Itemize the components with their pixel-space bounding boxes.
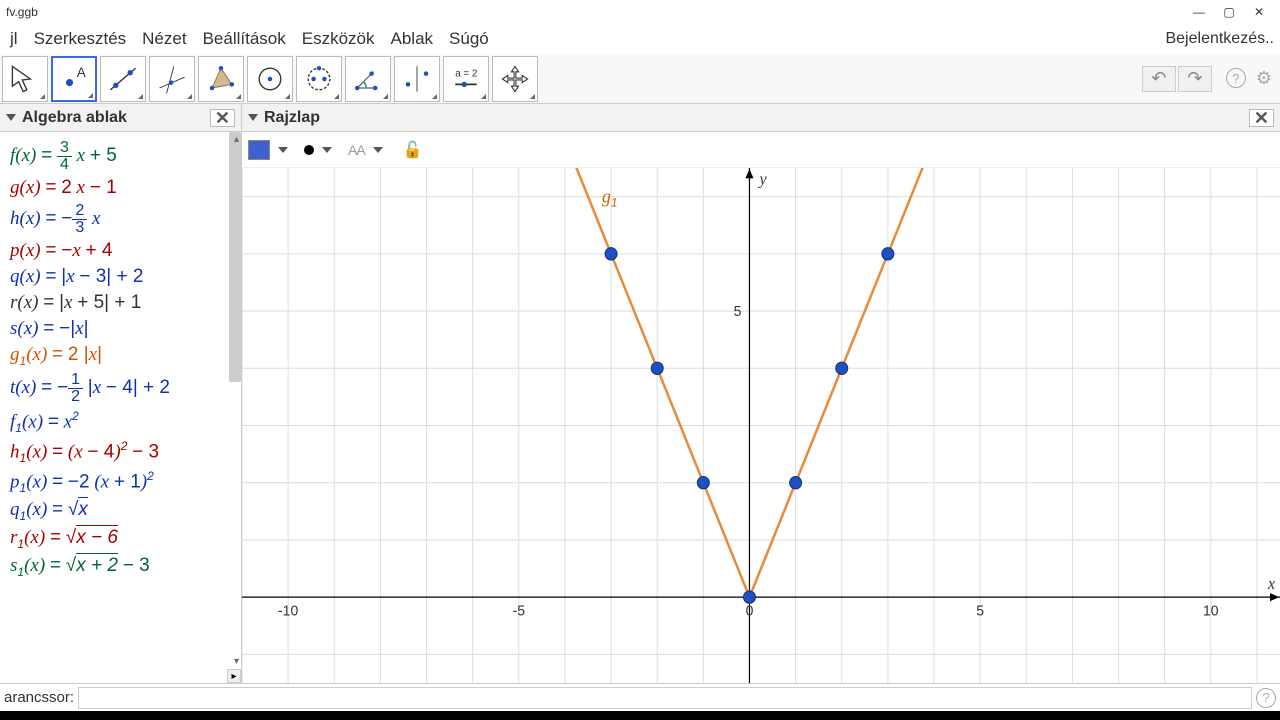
tool-move[interactable] [2,56,48,102]
menu-item-jl[interactable]: jl [2,26,26,52]
tool-line[interactable] [100,56,146,102]
scroll-up-icon[interactable]: ▴ [234,134,239,145]
algebra-item[interactable]: s(x) = −|x| [10,318,241,340]
algebra-panel: Algebra ablak ✕ f(x) = 34 x + 5 g(x) = 2 … [0,104,242,683]
menu-item-beállítások[interactable]: Beállítások [195,26,294,52]
input-bar: arancssor: ? [0,683,1280,711]
workspace: Algebra ablak ✕ f(x) = 34 x + 5 g(x) = 2 … [0,104,1280,683]
collapse-icon[interactable] [248,114,258,121]
point-style-dropdown-icon[interactable] [322,147,332,153]
menu-item-szerkesztés[interactable]: Szerkesztés [26,26,135,52]
color-swatch[interactable] [248,140,270,160]
svg-text:0: 0 [746,604,754,620]
tool-point[interactable]: A [51,56,97,102]
menu-item-eszközök[interactable]: Eszközök [294,26,383,52]
algebra-item[interactable]: g1(x) = 2 |x| [10,344,241,368]
tool-reflect[interactable] [394,56,440,102]
algebra-item[interactable]: h(x) = −23 x [10,203,241,236]
tool-slider[interactable]: a = 2 [443,56,489,102]
svg-text:5: 5 [976,604,984,620]
algebra-item[interactable]: g(x) = 2 x − 1 [10,177,241,199]
svg-text:A: A [77,65,86,80]
algebra-item[interactable]: h1(x) = (x − 4)2 − 3 [10,439,241,465]
algebra-item[interactable]: f(x) = 34 x + 5 [10,140,241,173]
text-size-dropdown-icon[interactable] [373,147,383,153]
svg-text:-10: -10 [278,604,298,620]
algebra-title: Algebra ablak [22,109,127,127]
svg-text:y: y [757,170,767,188]
tool-perpendicular[interactable] [149,56,195,102]
scrollbar-thumb[interactable] [229,132,241,382]
undo-button[interactable]: ↶ [1142,66,1176,92]
svg-text:a = 2: a = 2 [455,68,477,79]
login-link[interactable]: Bejelentkezés.. [1165,30,1278,48]
tool-move-view[interactable] [492,56,538,102]
algebra-item[interactable]: r1(x) = √x − 6 [10,527,241,551]
svg-text:10: 10 [1203,604,1219,620]
toolbar: A a = 2 ↶ ↷ ? ⚙ [0,54,1280,104]
help-icon[interactable]: ? [1226,68,1246,88]
maximize-button[interactable]: ▢ [1214,2,1244,22]
algebra-item[interactable]: q(x) = |x − 3| + 2 [10,266,241,288]
svg-text:g1: g1 [602,186,618,209]
graphics-title: Rajzlap [264,109,320,127]
point-style-icon[interactable] [304,145,314,155]
redo-button[interactable]: ↷ [1178,66,1212,92]
algebra-list[interactable]: f(x) = 34 x + 5 g(x) = 2 x − 1 h(x) = −23 … [0,132,241,683]
algebra-item[interactable]: r(x) = |x + 5| + 1 [10,292,241,314]
svg-text:5: 5 [734,304,742,320]
tool-polygon[interactable] [198,56,244,102]
command-input[interactable] [78,687,1252,709]
input-label: arancssor: [4,689,74,706]
graphics-panel: Rajzlap ✕ AA 🔓 -10 -5 0 5 10 5 x y g1 [242,104,1280,683]
text-size-icon[interactable]: AA [348,142,365,158]
collapse-icon[interactable] [6,114,16,121]
menu-item-nézet[interactable]: Nézet [134,26,194,52]
svg-text:-5: -5 [513,604,526,620]
algebra-item[interactable]: p1(x) = −2 (x + 1)2 [10,469,241,495]
graphics-canvas[interactable]: -10 -5 0 5 10 5 x y g1 [242,168,1280,683]
scroll-right-icon[interactable]: ▸ [227,669,241,683]
algebra-item[interactable]: t(x) = −12 |x − 4| + 2 [10,372,241,405]
lock-icon[interactable]: 🔓 [403,140,423,160]
tool-angle[interactable] [345,56,391,102]
minimize-button[interactable]: — [1184,2,1214,22]
input-help-icon[interactable]: ? [1256,688,1276,708]
algebra-item[interactable]: f1(x) = x2 [10,409,241,435]
algebra-item[interactable]: q1(x) = √x [10,499,241,523]
graphics-panel-header[interactable]: Rajzlap ✕ [242,104,1280,132]
title-bar: fv.ggb — ▢ ✕ [0,0,1280,24]
tool-circle[interactable] [247,56,293,102]
menu-item-ablak[interactable]: Ablak [383,26,442,52]
settings-gear-icon[interactable]: ⚙ [1256,68,1272,89]
algebra-item[interactable]: s1(x) = √x + 2 − 3 [10,555,241,579]
bottom-bar [0,711,1280,720]
scroll-down-icon[interactable]: ▾ [234,656,239,667]
algebra-panel-header[interactable]: Algebra ablak ✕ [0,104,241,132]
file-name: fv.ggb [6,5,38,19]
close-algebra-button[interactable]: ✕ [210,109,235,127]
graphics-style-toolbar: AA 🔓 [242,132,1280,168]
close-window-button[interactable]: ✕ [1244,2,1274,22]
color-dropdown-icon[interactable] [278,147,288,153]
tool-ellipse[interactable] [296,56,342,102]
menu-item-súgó[interactable]: Súgó [441,26,497,52]
algebra-item[interactable]: p(x) = −x + 4 [10,240,241,262]
menu-bar: jlSzerkesztésNézetBeállításokEszközökAbl… [0,24,1280,54]
svg-text:x: x [1267,575,1276,593]
close-graphics-button[interactable]: ✕ [1249,109,1274,127]
